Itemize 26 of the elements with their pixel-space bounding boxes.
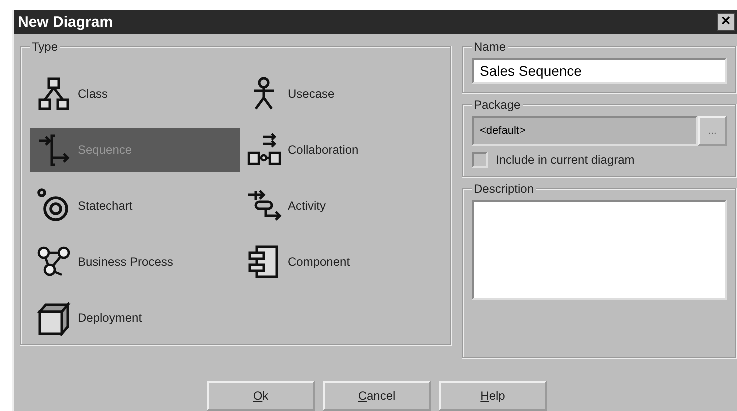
- group-label: Description: [473, 182, 536, 196]
- dialog-button[interactable]: Ok: [207, 381, 315, 411]
- close-button[interactable]: ×: [717, 13, 735, 31]
- diagram-type-option[interactable]: Activity: [240, 184, 440, 228]
- package-field[interactable]: <default>: [472, 116, 698, 146]
- diagram-type-option[interactable]: Collaboration: [240, 128, 440, 172]
- collaboration-icon: [246, 132, 282, 168]
- include-checkbox[interactable]: [472, 152, 488, 168]
- dialog-button[interactable]: Cancel: [323, 381, 431, 411]
- description-field[interactable]: [472, 200, 727, 300]
- group-label: Name: [473, 40, 508, 54]
- class-icon: [36, 76, 72, 112]
- deployment-icon: [36, 300, 72, 336]
- diagram-type-option[interactable]: Class: [30, 72, 240, 116]
- group-label: Package: [473, 98, 522, 112]
- window-title: New Diagram: [18, 14, 114, 30]
- group-label: Type: [31, 40, 60, 54]
- diagram-type-option[interactable]: Component: [240, 240, 440, 284]
- diagram-type-option[interactable]: Statechart: [30, 184, 240, 228]
- diagram-type-option[interactable]: Business Process: [30, 240, 240, 284]
- diagram-type-option[interactable]: Usecase: [240, 72, 440, 116]
- checkbox-label: Include in current diagram: [496, 153, 635, 167]
- dialog-button[interactable]: Help: [439, 381, 547, 411]
- name-field[interactable]: Sales Sequence: [472, 58, 727, 84]
- sequence-icon: [36, 132, 72, 168]
- diagram-type-option[interactable]: Deployment: [30, 296, 240, 340]
